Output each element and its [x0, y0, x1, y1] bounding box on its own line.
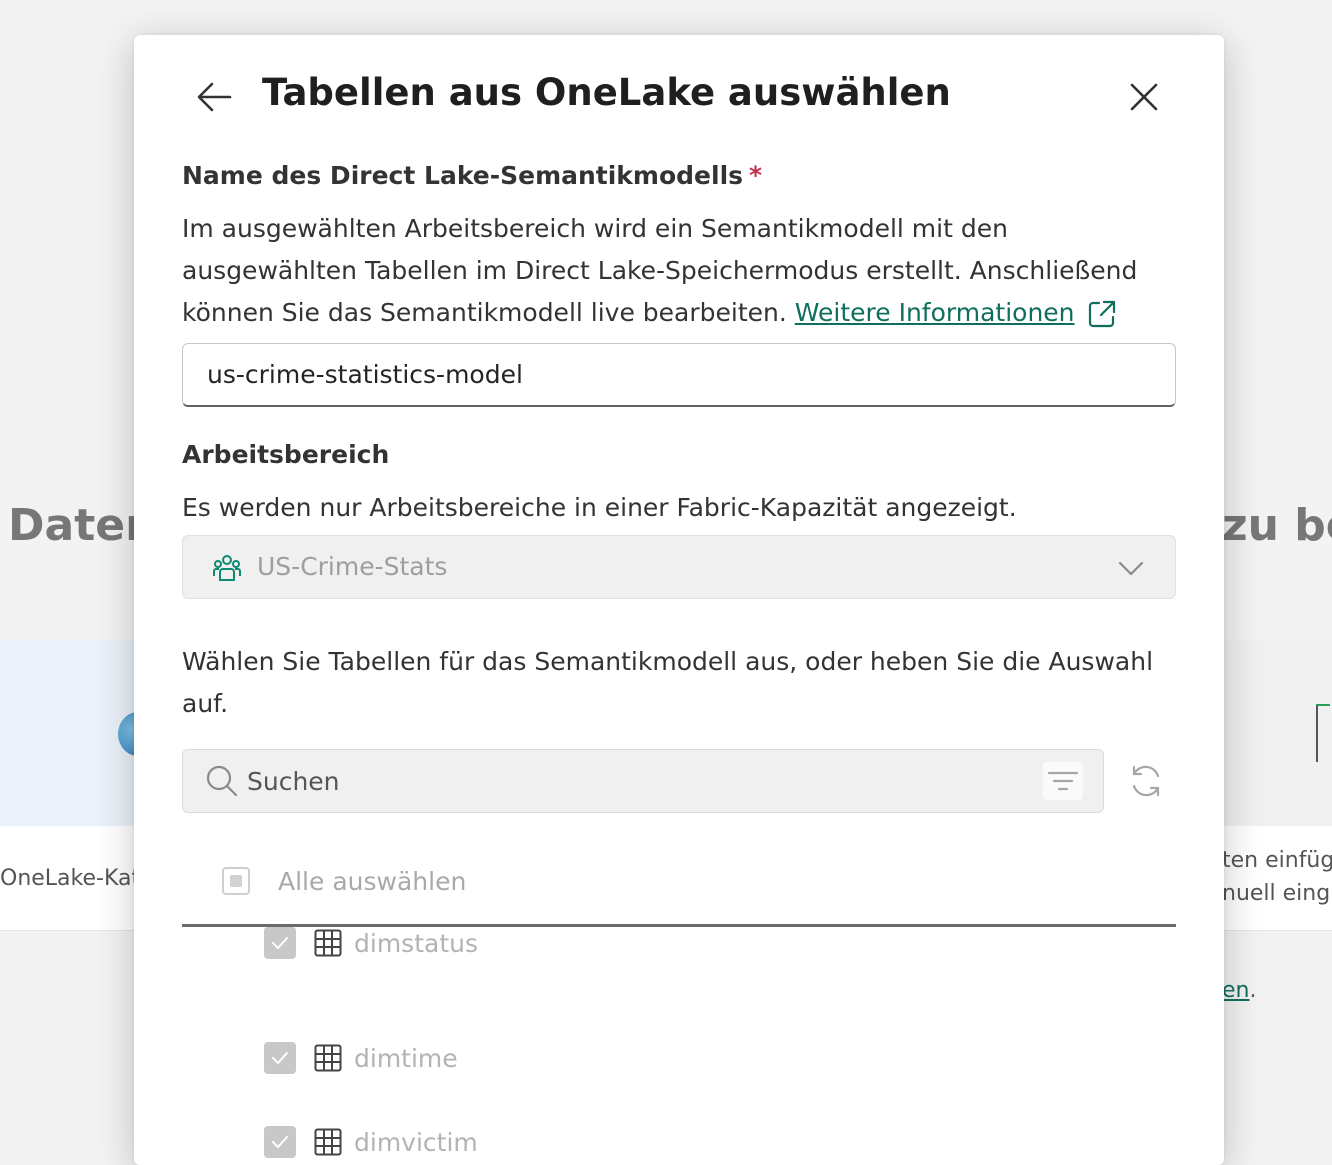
add-table-icon: [1316, 704, 1332, 762]
checkmark-icon: [272, 937, 288, 949]
table-row[interactable]: dimvictim: [264, 1124, 478, 1160]
table-search-input[interactable]: [247, 750, 1027, 812]
model-name-input[interactable]: [182, 343, 1176, 407]
filter-icon: [1047, 771, 1079, 791]
background-heading-right: zu be: [1222, 500, 1332, 551]
checkmark-icon: [272, 1052, 288, 1064]
table-row-checkbox[interactable]: [264, 1042, 296, 1074]
background-link: en.: [1222, 978, 1256, 1003]
background-card-right-line1: ten einfüg: [1222, 848, 1332, 873]
search-icon: [206, 765, 238, 797]
open-external-icon: [1088, 300, 1115, 328]
learn-more-link[interactable]: Weitere Informationen: [795, 298, 1075, 327]
table-search-box: [182, 749, 1104, 813]
workspace-people-icon: [213, 555, 241, 581]
refresh-icon: [1132, 765, 1160, 797]
workspace-label: Arbeitsbereich: [182, 440, 390, 469]
table-row[interactable]: dimstatus: [264, 927, 478, 961]
checkmark-icon: [272, 1136, 288, 1148]
select-all-checkbox[interactable]: [222, 867, 250, 895]
refresh-button[interactable]: [1124, 759, 1168, 803]
table-row-label: dimvictim: [354, 1127, 478, 1157]
close-icon: [1130, 83, 1158, 111]
select-all-label: Alle auswählen: [278, 866, 467, 896]
model-name-label-text: Name des Direct Lake-Semantikmodells: [182, 161, 744, 190]
table-grid-icon: [314, 1128, 342, 1156]
chevron-down-icon: [1118, 561, 1144, 576]
workspace-selected-value: US-Crime-Stats: [257, 552, 448, 581]
background-card-left-label: OneLake-Kat: [0, 866, 141, 891]
close-button[interactable]: [1122, 75, 1166, 119]
select-all-row[interactable]: Alle auswählen: [222, 863, 466, 899]
required-marker: *: [749, 161, 763, 190]
model-name-label: Name des Direct Lake-Semantikmodells *: [182, 161, 762, 190]
table-grid-icon: [314, 929, 342, 957]
table-grid-icon: [314, 1044, 342, 1072]
background-card-right[interactable]: [1220, 826, 1332, 931]
table-list: dimstatus dimtime dimvictim: [182, 927, 1176, 1165]
dialog-title: Tabellen aus OneLake auswählen: [262, 71, 951, 114]
background-link-suffix: .: [1249, 978, 1257, 1003]
indeterminate-mark-icon: [230, 875, 242, 887]
table-row[interactable]: dimtime: [264, 1040, 458, 1076]
back-button[interactable]: [192, 75, 236, 119]
select-tables-dialog: Tabellen aus OneLake auswählen Name des …: [134, 35, 1224, 1165]
model-name-description: Im ausgewählten Arbeitsbereich wird ein …: [182, 208, 1182, 334]
workspace-description: Es werden nur Arbeitsbereiche in einer F…: [182, 493, 1017, 522]
table-row-checkbox[interactable]: [264, 927, 296, 959]
arrow-left-icon: [197, 82, 232, 112]
table-row-label: dimstatus: [354, 928, 478, 958]
filter-button[interactable]: [1043, 762, 1083, 800]
workspace-dropdown[interactable]: US-Crime-Stats: [182, 535, 1176, 599]
table-row-checkbox[interactable]: [264, 1126, 296, 1158]
background-link-text[interactable]: en: [1222, 978, 1249, 1003]
tables-instruction: Wählen Sie Tabellen für das Semantikmode…: [182, 647, 1154, 718]
background-card-right-line2: nuell eing: [1222, 881, 1331, 906]
table-row-label: dimtime: [354, 1043, 458, 1073]
